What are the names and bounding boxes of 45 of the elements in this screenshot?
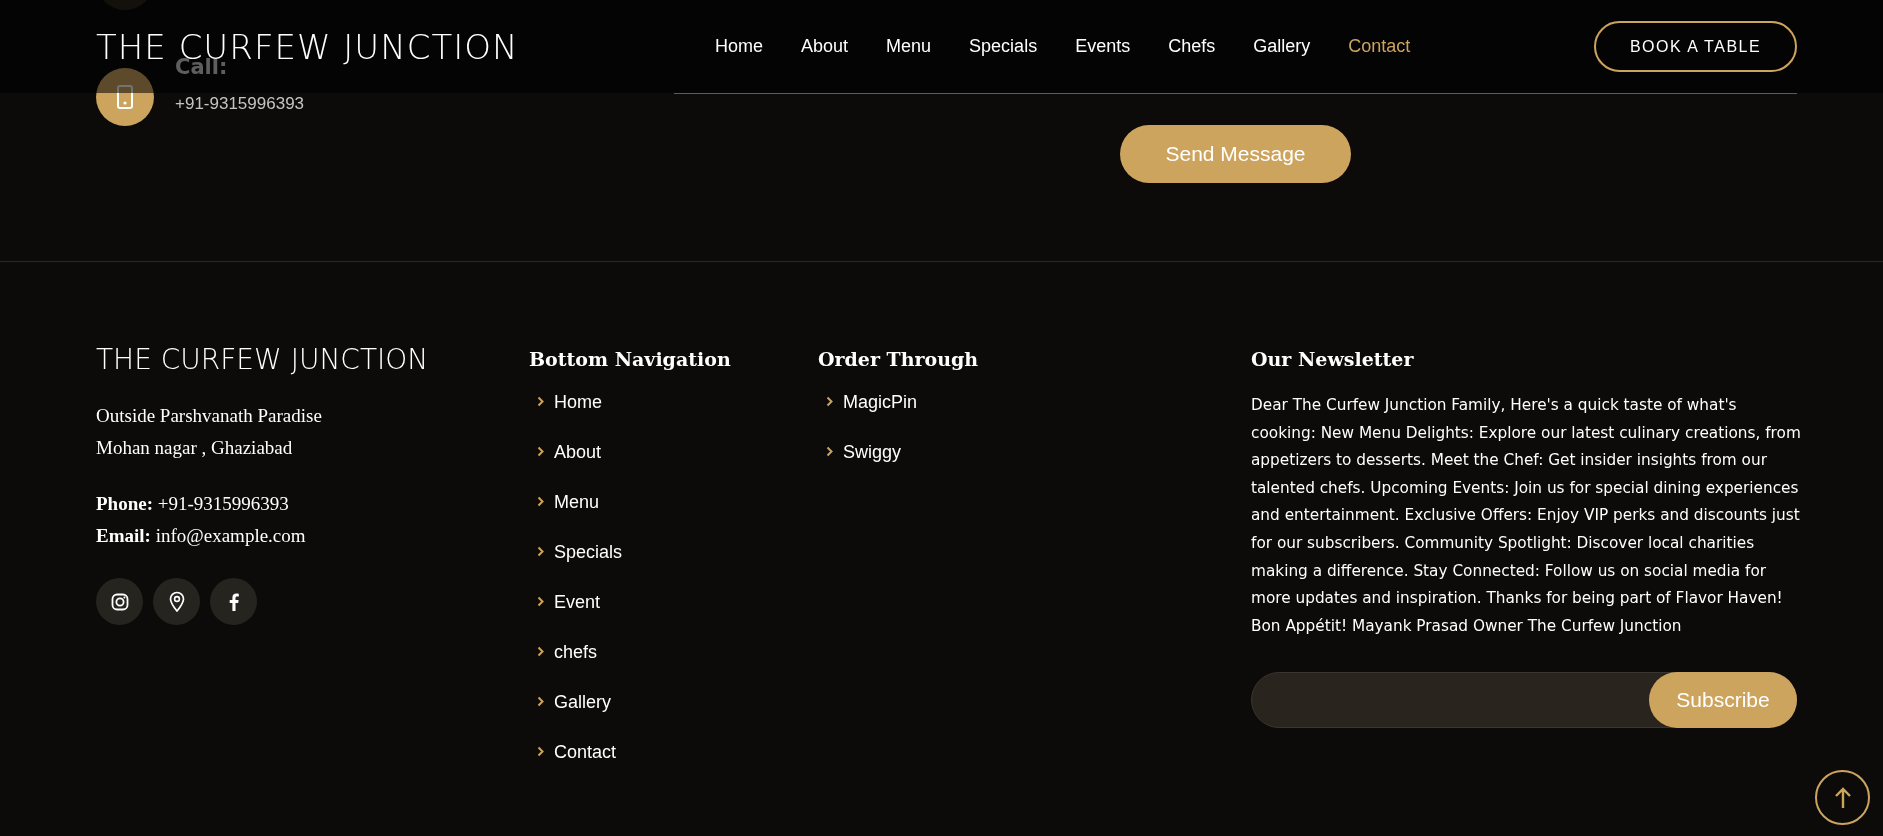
chevron-icon bbox=[537, 546, 544, 557]
chevron-icon bbox=[537, 446, 544, 457]
footer-link[interactable]: Gallery bbox=[554, 692, 611, 712]
column-heading: Bottom Navigation bbox=[529, 348, 732, 370]
newsletter-text: Dear The Curfew Junction Family, Here's a quick taste of what's cooking: New Menu Delights: Explore our latest culinary creations, from appetizers to desserts. Meet the Chef: Get insider insights from our talented chefs. Upcoming Events: Join us for special dining experiences and entertainment. Exclusive Offers: Enjoy VIP perks and discounts just for our subscribers. Community Spotlight: Discover local charities making a difference. Stay Connected: Follow us on social media for more updates and inspiration. Thanks for being part of Flavor Haven! Bon Appétit! Mayank Prasad Owner The Curfew Junction bbox=[1251, 395, 1801, 637]
nav-link[interactable]: Gallery bbox=[1234, 36, 1330, 57]
footer-link[interactable]: chefs bbox=[554, 642, 598, 662]
chevron-icon bbox=[537, 696, 544, 707]
phone-icon bbox=[96, 68, 154, 126]
footer-link[interactable]: Menu bbox=[554, 492, 600, 512]
nav-link[interactable]: Contact bbox=[1329, 36, 1430, 57]
book-table-button[interactable]: BOOK A TABLE bbox=[1594, 21, 1797, 72]
footer-link[interactable]: Event bbox=[554, 592, 601, 612]
column-heading: Order Through bbox=[818, 348, 980, 370]
footer-link[interactable]: Home bbox=[554, 392, 602, 412]
column-heading: Our Newsletter bbox=[1251, 348, 1415, 370]
arrow-up-icon bbox=[1833, 786, 1852, 809]
chevron-icon bbox=[537, 746, 544, 757]
phone-text: Phone: +91-9315996393 bbox=[96, 492, 290, 516]
chevron-icon bbox=[537, 396, 544, 407]
footer-link[interactable]: Swiggy bbox=[843, 442, 902, 462]
instagram-icon[interactable] bbox=[96, 578, 143, 625]
nav-link[interactable]: Menu bbox=[867, 36, 951, 57]
footer-logo: THE CURFEW JUNCTION bbox=[96, 342, 430, 378]
nav-link[interactable]: Home bbox=[696, 36, 782, 57]
footer-link[interactable]: MagicPin bbox=[843, 392, 918, 412]
address-line: Mohan nagar , Ghaziabad bbox=[96, 436, 294, 460]
nav-link[interactable]: About bbox=[782, 36, 868, 57]
footer-link[interactable]: Contact bbox=[554, 742, 617, 762]
nav-link[interactable]: Specials bbox=[950, 36, 1057, 57]
contact-phone: +91-9315996393 bbox=[175, 94, 305, 114]
chevron-icon bbox=[826, 446, 833, 457]
chevron-icon bbox=[826, 396, 833, 407]
nav-link[interactable]: Events bbox=[1056, 36, 1150, 57]
chevron-icon bbox=[537, 496, 544, 507]
chevron-icon bbox=[537, 596, 544, 607]
nav-link[interactable]: Chefs bbox=[1149, 36, 1235, 57]
back-to-top-button[interactable] bbox=[1815, 770, 1870, 825]
map-pin-icon[interactable] bbox=[153, 578, 200, 625]
address-line: Outside Parshvanath Paradise bbox=[96, 404, 323, 428]
email-text: Email: info@example.com bbox=[96, 524, 307, 548]
footer-link[interactable]: About bbox=[554, 442, 602, 462]
facebook-icon[interactable] bbox=[210, 578, 257, 625]
footer-link[interactable]: Specials bbox=[554, 542, 623, 562]
chevron-icon bbox=[537, 646, 544, 657]
